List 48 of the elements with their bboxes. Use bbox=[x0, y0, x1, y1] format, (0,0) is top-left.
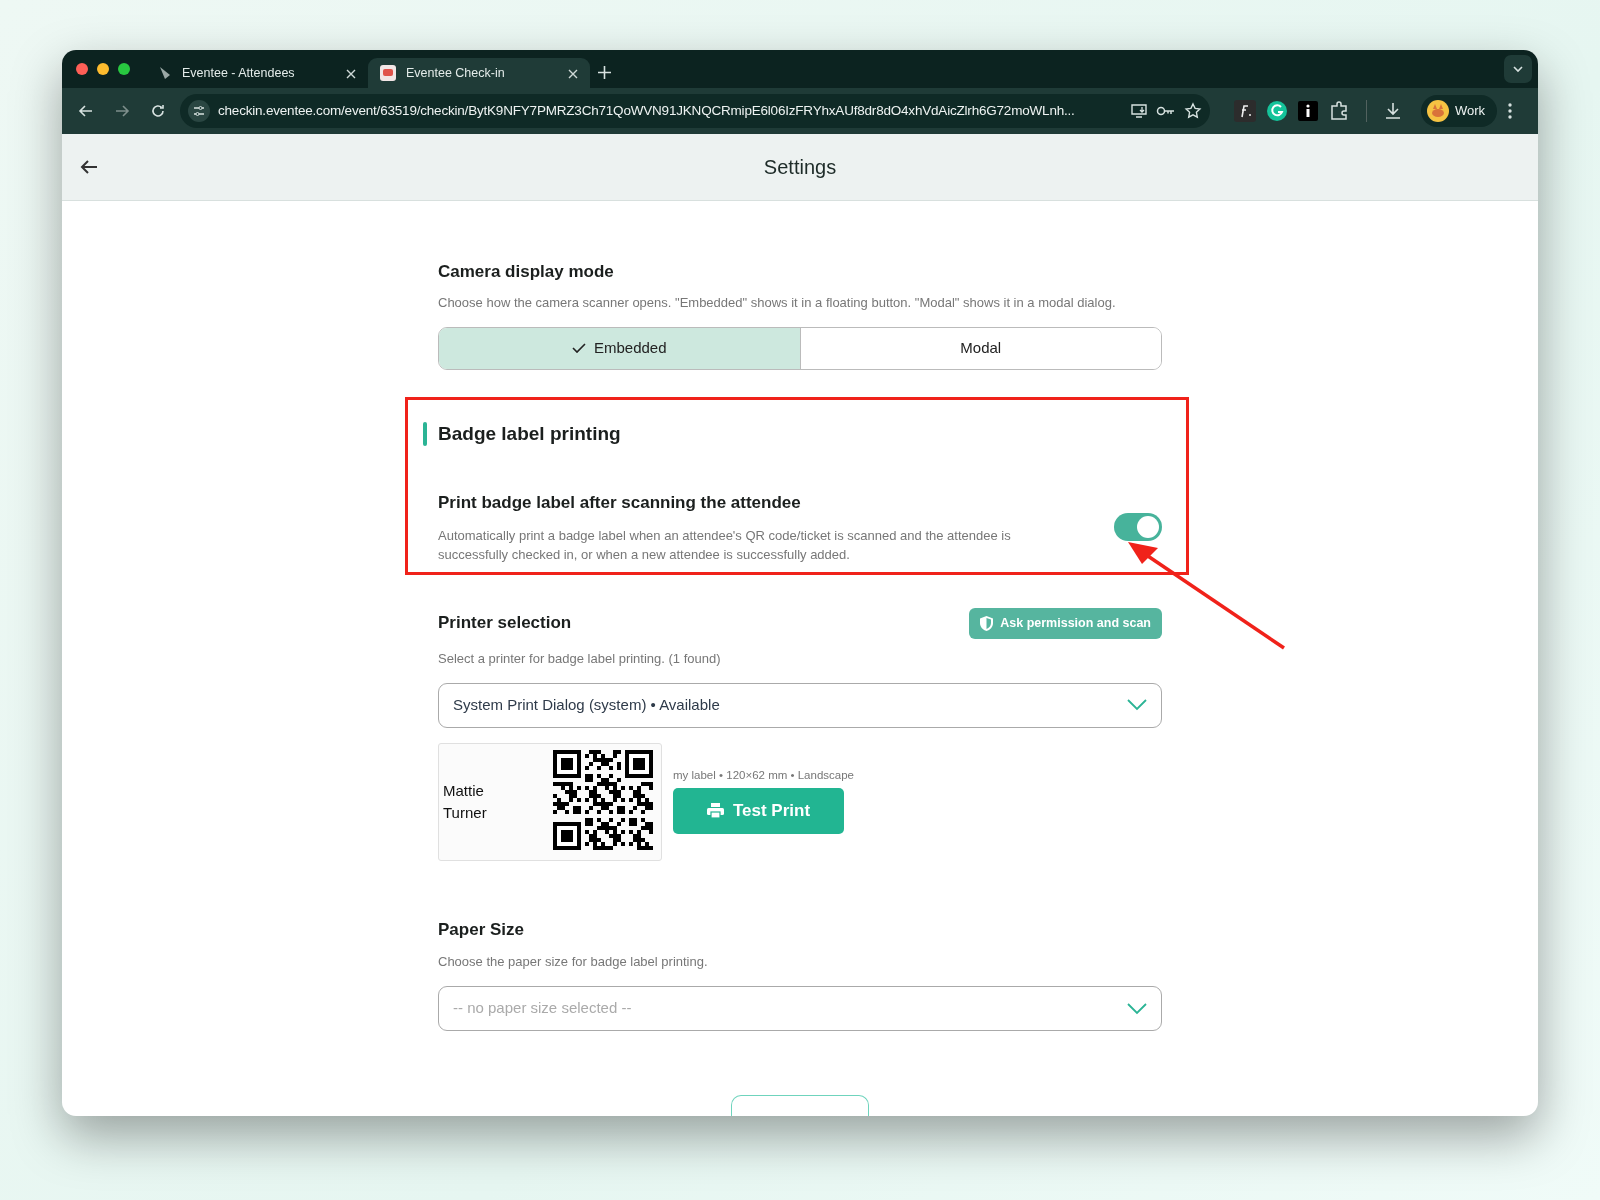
chevron-down-icon bbox=[1512, 63, 1524, 75]
page-title: Settings bbox=[763, 155, 837, 180]
browser-tab[interactable]: Eventee - Attendees bbox=[146, 58, 368, 88]
menu-icon[interactable] bbox=[1507, 102, 1514, 120]
extensions-icon[interactable] bbox=[1328, 100, 1350, 122]
mode-option[interactable]: Embedded bbox=[439, 327, 800, 369]
profile-button[interactable]: Work bbox=[1421, 95, 1498, 127]
check-icon bbox=[571, 342, 586, 354]
reload-icon bbox=[150, 103, 166, 119]
printer-select[interactable]: System Print Dialog (system) • Available bbox=[438, 682, 1162, 728]
url-text: checkin.eventee.com/event/63519/checkin/BytK9NFY7PMRZ3Ch71QoWVN91JKNQCRmipE6l06IzFRYhxAUf8dr8dO4xhVdAicZlrh6G72moWLnh... bbox=[218, 101, 1076, 120]
label-info: my label • 120×62 mm • Landscape bbox=[673, 767, 854, 783]
mode-option[interactable]: Modal bbox=[799, 327, 1161, 369]
font-extension-icon[interactable] bbox=[1234, 100, 1256, 122]
tab-search-button[interactable] bbox=[1504, 55, 1532, 83]
back-arrow-icon bbox=[78, 103, 94, 119]
address-bar[interactable]: checkin.eventee.com/event/63519/checkin/BytK9NFY7PMRZ3Ch71QoWVN91JKNQCRmipE6l06IzFRYhxAUf8dr8dO4xhVdAicZlrh6G72moWLnh... bbox=[180, 94, 1210, 128]
section-description: Choose the paper size for badge label printing. bbox=[438, 953, 709, 971]
attendee-name: Mattie Turner bbox=[443, 780, 488, 823]
close-window-icon[interactable] bbox=[76, 63, 88, 75]
download-icon[interactable] bbox=[1383, 101, 1403, 121]
minimize-window-icon[interactable] bbox=[97, 63, 109, 75]
new-tab-icon[interactable] bbox=[598, 66, 611, 79]
section-description: Choose how the camera scanner opens. "Embedded" shows it in a floating button. "Modal" shows it in a modal dialog. bbox=[438, 293, 1117, 312]
browser-tab[interactable]: Eventee Check-in bbox=[368, 58, 590, 88]
zoom-window-icon[interactable] bbox=[118, 63, 130, 75]
grammar-extension-icon[interactable] bbox=[1266, 100, 1288, 122]
forward-arrow-icon bbox=[114, 103, 130, 119]
section-title: Camera display mode bbox=[438, 261, 615, 283]
section-title: Paper Size bbox=[438, 918, 525, 941]
section-description: Select a printer for badge label printing. (1 found) bbox=[438, 649, 722, 668]
install-app-icon[interactable] bbox=[1130, 102, 1148, 120]
avatar-icon bbox=[1427, 100, 1449, 122]
section-title: Badge label printing bbox=[438, 421, 622, 446]
app-icon bbox=[380, 65, 396, 81]
star-icon[interactable] bbox=[1184, 102, 1202, 120]
printer-icon bbox=[706, 803, 724, 819]
chevron-down-icon bbox=[1127, 699, 1147, 711]
section-title: Printer selection bbox=[438, 612, 572, 635]
chevron-down-icon bbox=[1127, 1002, 1147, 1015]
setting-description: Automatically print a badge label when an attendee's QR code/ticket is scanned and the attendee is successfully checked in, or when a new attendee is successfully added. bbox=[438, 526, 1012, 564]
key-icon[interactable] bbox=[1156, 104, 1176, 118]
setting-title: Print badge label after scanning the attendee bbox=[438, 492, 802, 514]
info-extension-icon[interactable] bbox=[1298, 101, 1318, 121]
section-accent-bar bbox=[423, 421, 427, 446]
toggle-switch[interactable] bbox=[1114, 512, 1162, 541]
shield-icon bbox=[980, 615, 994, 631]
site-settings-icon[interactable] bbox=[188, 100, 210, 122]
